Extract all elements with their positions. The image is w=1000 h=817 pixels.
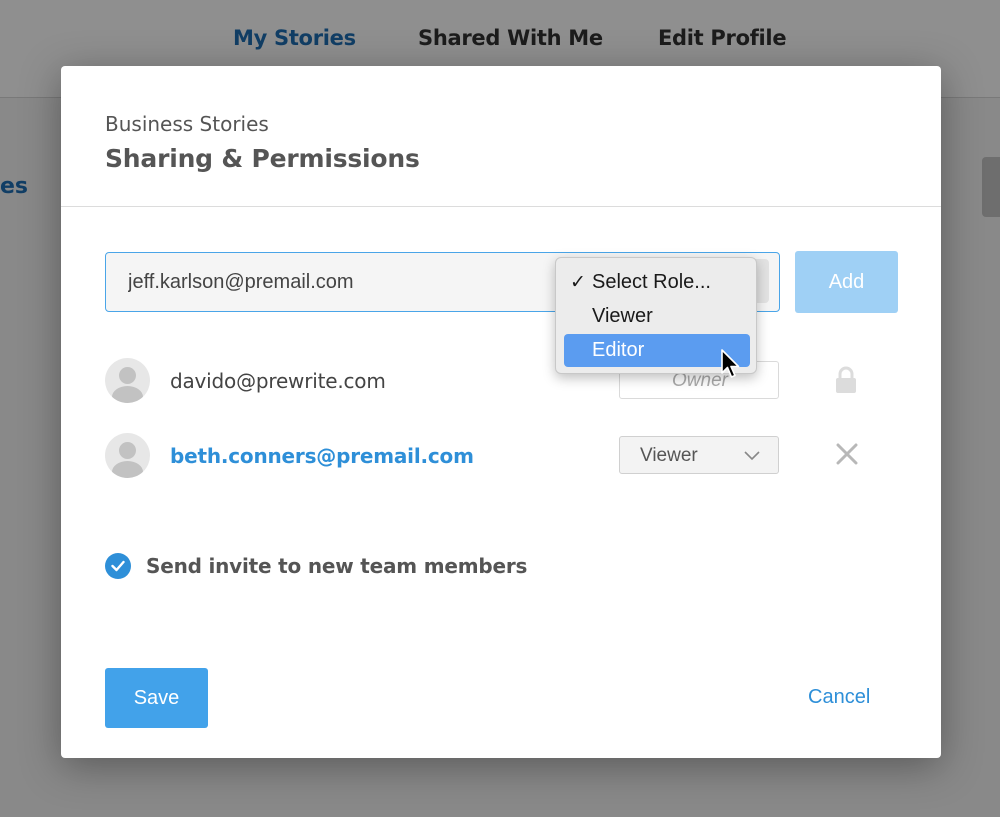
modal-title: Sharing & Permissions [105,144,420,173]
dropdown-option-viewer[interactable]: Viewer [564,300,750,333]
cancel-button[interactable]: Cancel [808,686,870,709]
dropdown-option-label: Editor [592,339,645,361]
member-row: beth.conners@premail.com Viewer [105,433,905,479]
member-row: davido@prewrite.com Owner [105,358,905,404]
sharing-modal: Business Stories Sharing & Permissions A… [61,66,941,758]
member-email: davido@prewrite.com [170,369,386,393]
checkmark-icon: ✓ [570,272,586,293]
add-button[interactable]: Add [795,251,898,313]
member-role-select[interactable]: Viewer [619,436,779,474]
dropdown-option-select-role[interactable]: ✓ Select Role... [564,266,750,299]
avatar [105,433,150,478]
check-icon [111,560,125,572]
chevron-down-icon [744,451,760,461]
member-role-value: Viewer [640,445,698,466]
invite-checkbox[interactable] [105,553,131,579]
member-email-link[interactable]: beth.conners@premail.com [170,444,474,468]
modal-header: Business Stories Sharing & Permissions [61,66,941,207]
lock-icon [836,366,856,393]
close-icon[interactable] [836,443,858,465]
avatar [105,358,150,403]
dropdown-option-label: Viewer [592,305,653,327]
dropdown-option-label: Select Role... [592,271,711,293]
invite-label[interactable]: Send invite to new team members [146,554,527,578]
mouse-cursor-icon [721,349,740,378]
save-button[interactable]: Save [105,668,208,728]
modal-subtitle: Business Stories [105,112,269,136]
